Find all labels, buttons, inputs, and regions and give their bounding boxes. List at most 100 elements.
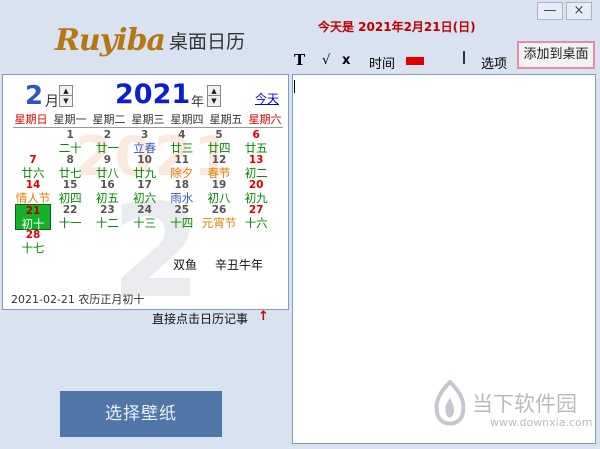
day-number: 22 <box>62 204 78 216</box>
day-number: 26 <box>211 204 227 216</box>
day-number: 6 <box>252 129 260 141</box>
day-cell[interactable]: 7 廿六 <box>15 154 51 180</box>
minimize-icon[interactable]: — <box>537 2 563 20</box>
day-number: 5 <box>215 129 223 141</box>
lunar-label: 情人节 <box>15 191 51 205</box>
text-caret <box>294 80 295 93</box>
day-cell[interactable]: 23 十二 <box>89 204 125 230</box>
day-cell[interactable]: 26 元宵节 <box>201 204 237 230</box>
day-number: 24 <box>137 204 152 216</box>
day-cell[interactable]: 2 廿一 <box>89 129 125 155</box>
day-cell[interactable]: 9 廿八 <box>89 154 125 180</box>
lunar-label: 十三 <box>133 216 157 230</box>
day-cell[interactable]: 17 初六 <box>127 179 163 205</box>
close-icon[interactable]: × <box>566 2 592 20</box>
year-spinner[interactable]: ▲ ▼ <box>207 85 221 107</box>
day-cell[interactable]: 6 廿五 <box>238 129 274 155</box>
zodiac-label: 双鱼 <box>173 258 198 272</box>
day-cell[interactable]: 28 十七 <box>15 229 51 255</box>
lunar-label: 廿九 <box>133 166 157 180</box>
day-cell[interactable]: 16 初五 <box>89 179 125 205</box>
day-number: 21 <box>25 205 41 217</box>
hint-text: 直接点击日历记事 <box>152 312 249 326</box>
day-number: 1 <box>66 129 74 141</box>
delete-button[interactable]: x <box>342 53 350 68</box>
color-swatch[interactable] <box>406 57 424 65</box>
day-cell[interactable]: 12 春节 <box>201 154 237 180</box>
today-link[interactable]: 今天 <box>255 90 279 107</box>
day-number: 9 <box>103 154 112 166</box>
selected-date-status: 2021-02-21 农历正月初十 <box>11 293 145 306</box>
options-button[interactable]: 选项 <box>481 53 507 72</box>
lunar-label: 初二 <box>244 166 268 180</box>
day-number: 16 <box>100 179 115 191</box>
day-cell[interactable]: 18 雨水 <box>164 179 200 205</box>
month-down-icon[interactable]: ▼ <box>60 96 72 106</box>
day-cell[interactable]: 27 十六 <box>238 204 274 230</box>
day-number: 2 <box>103 129 112 141</box>
lunar-label: 廿三 <box>170 141 194 155</box>
lunar-label: 除夕 <box>170 166 194 180</box>
day-cell[interactable]: 25 十四 <box>164 204 200 230</box>
weekday-label: 星期一 <box>53 113 87 126</box>
header-divider <box>13 127 283 128</box>
month-unit: 月 <box>45 94 59 110</box>
day-cell[interactable]: 13 初二 <box>238 154 274 180</box>
year-up-icon[interactable]: ▲ <box>208 86 220 96</box>
day-cell[interactable]: 22 十一 <box>52 204 88 230</box>
day-number: 8 <box>66 154 74 166</box>
bold-button[interactable]: T <box>294 51 305 69</box>
lunar-label: 廿一 <box>95 141 119 155</box>
month-up-icon[interactable]: ▲ <box>60 86 72 96</box>
day-number: 13 <box>248 154 264 166</box>
day-number: 4 <box>178 129 186 141</box>
day-cell[interactable]: 15 初四 <box>52 179 88 205</box>
day-cell[interactable]: 11 除夕 <box>164 154 200 180</box>
year-down-icon[interactable]: ▼ <box>208 96 220 106</box>
check-button[interactable]: √ <box>322 53 330 68</box>
day-cell[interactable]: 10 廿九 <box>127 154 163 180</box>
weekday-label: 星期六 <box>248 113 282 126</box>
month-spinner[interactable]: ▲ ▼ <box>59 85 73 107</box>
logo-title: 桌面日历 <box>169 30 246 53</box>
watermark-text: 当下软件园 <box>472 392 577 416</box>
lunar-label: 初八 <box>207 191 231 205</box>
day-cell[interactable]: 5 廿四 <box>201 129 237 155</box>
day-cell[interactable]: 20 初九 <box>238 179 274 205</box>
day-cell[interactable]: 8 廿七 <box>52 154 88 180</box>
download-logo-icon <box>434 380 466 426</box>
day-number: 27 <box>248 204 264 216</box>
day-cell[interactable]: 24 十三 <box>127 204 163 230</box>
lunar-label: 十六 <box>244 216 268 230</box>
choose-wallpaper-button[interactable]: 选择壁纸 <box>60 391 222 437</box>
lunar-label: 十一 <box>58 216 82 230</box>
day-number: 14 <box>25 179 41 191</box>
lunar-label: 十七 <box>21 241 45 255</box>
weekday-label: 星期四 <box>170 113 204 126</box>
day-number: 17 <box>137 179 152 191</box>
ganzhi-label: 辛丑牛年 <box>215 258 264 272</box>
time-button[interactable]: 时间 <box>369 53 395 72</box>
day-cell[interactable]: 1 二十 <box>52 129 88 155</box>
watermark-url: www.downxia.com <box>490 416 593 429</box>
lunar-label: 廿八 <box>95 166 119 180</box>
day-number: 3 <box>140 129 149 141</box>
day-number: 12 <box>211 154 227 166</box>
day-number: 28 <box>25 229 41 241</box>
day-number: 25 <box>174 204 190 216</box>
lunar-label: 廿五 <box>244 141 268 155</box>
day-cell[interactable]: 19 初八 <box>201 179 237 205</box>
lunar-label: 十四 <box>170 216 194 230</box>
day-cell[interactable]: 21 初十 <box>15 204 51 231</box>
day-cell[interactable]: 4 廿三 <box>164 129 200 155</box>
weekday-label: 星期二 <box>92 113 126 126</box>
day-cell[interactable]: 3 立春 <box>127 129 163 155</box>
add-to-desktop-button[interactable]: 添加到桌面 <box>517 41 595 69</box>
day-number: 20 <box>248 179 264 191</box>
weekday-label: 星期三 <box>131 113 165 126</box>
calendar-panel[interactable]: 2021 2 2 月 ▲ ▼ 2021 年 ▲ ▼ 今天 星期日 星期一 星期二… <box>2 74 289 310</box>
logo-brand: Ruyiba <box>55 22 166 58</box>
lunar-label: 春节 <box>207 166 231 180</box>
day-cell[interactable]: 14 情人节 <box>15 179 51 205</box>
arrow-up-icon: ↑ <box>258 309 269 324</box>
